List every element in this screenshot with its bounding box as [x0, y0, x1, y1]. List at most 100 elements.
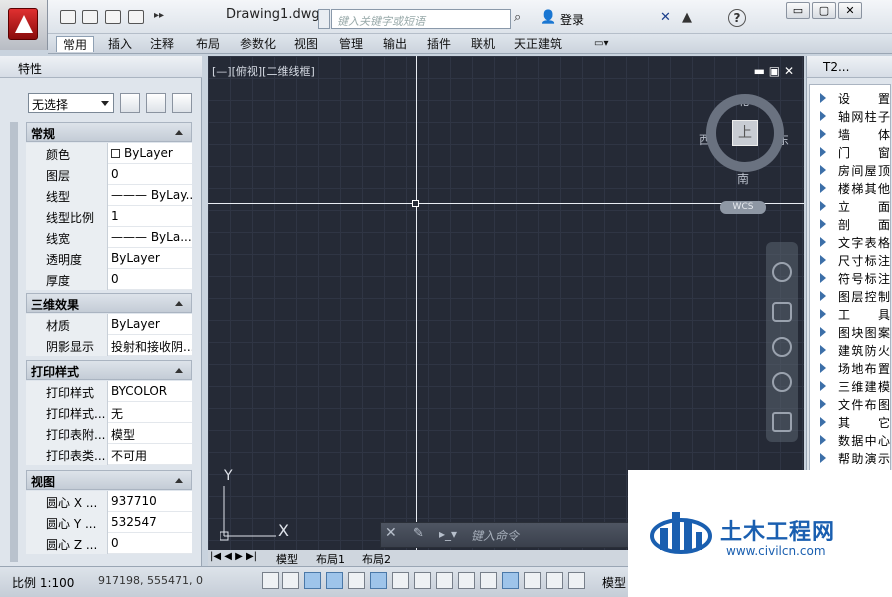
prop-row-center-y[interactable]: 圆心 Y ... 532547 [26, 512, 192, 533]
tab-parametric[interactable]: 参数化 [240, 36, 276, 52]
close-command-icon[interactable]: ✕ [385, 525, 397, 541]
prop-row-plot-table-attached[interactable]: 打印表附... 模型 [26, 423, 192, 444]
quick-properties-icon[interactable] [524, 572, 541, 589]
tab-online[interactable]: 联机 [471, 36, 495, 52]
object-snap-icon[interactable] [370, 572, 387, 589]
select-objects-icon[interactable] [146, 93, 166, 113]
annotation-monitor-icon[interactable] [568, 572, 585, 589]
prop-row-color[interactable]: 颜色 ByLayer [26, 143, 192, 164]
tab-layout[interactable]: 布局 [196, 36, 220, 52]
tab-manage[interactable]: 管理 [339, 36, 363, 52]
t2-menu-item[interactable]: 立 面 [810, 197, 890, 215]
tab-view[interactable]: 视图 [294, 36, 318, 52]
viewcube-south[interactable]: 南 [737, 170, 749, 187]
tab-annotate[interactable]: 注释 [150, 36, 174, 52]
save-as-icon[interactable] [128, 10, 144, 24]
t2-menu-item[interactable]: 设 置 [810, 89, 890, 107]
command-input[interactable]: 键入命令 [471, 527, 519, 544]
t2-menu-item[interactable]: 尺寸标注 [810, 251, 890, 269]
t2-menu-item[interactable]: 墙 体 [810, 125, 890, 143]
toggle-pickadd-icon[interactable] [120, 93, 140, 113]
zoom-extents-icon[interactable] [772, 337, 792, 357]
annotation-scale[interactable]: 比例 1:100 [12, 574, 74, 591]
help-button[interactable]: ? [728, 9, 746, 27]
tab-model[interactable]: 模型 [276, 551, 298, 566]
prop-row-plot-style[interactable]: 打印样式 BYCOLOR [26, 381, 192, 402]
viewcube-top-face[interactable]: 上 [732, 120, 758, 146]
prop-row-linetype[interactable]: 线型 ——— ByLay... [26, 185, 192, 206]
prop-row-center-z[interactable]: 圆心 Z ... 0 [26, 533, 192, 554]
t2-menu-item[interactable]: 工 具 [810, 305, 890, 323]
ortho-mode-icon[interactable] [326, 572, 343, 589]
save-icon[interactable] [105, 10, 121, 24]
orbit-icon[interactable] [772, 372, 792, 392]
t2-menu-item[interactable]: 楼梯其他 [810, 179, 890, 197]
prop-row-shadow-display[interactable]: 阴影显示 投射和接收阴... [26, 335, 192, 356]
viewport-window-controls[interactable]: ▬ ▣ ✕ [754, 64, 794, 78]
t2-menu-item[interactable]: 轴网柱子 [810, 107, 890, 125]
model-space-button[interactable]: 模型 [602, 574, 626, 591]
dynamic-ucs-icon[interactable] [436, 572, 453, 589]
ribbon-minimize-icon[interactable]: ▭▾ [594, 36, 608, 52]
tab-home[interactable]: 常用 [56, 36, 95, 52]
t2-menu-item[interactable]: 场地布置 [810, 359, 890, 377]
tab-layout1[interactable]: 布局1 [316, 551, 345, 566]
3d-object-snap-icon[interactable] [392, 572, 409, 589]
binoculars-icon[interactable]: ⌕ [514, 10, 521, 25]
lineweight-icon[interactable] [480, 572, 497, 589]
t2-menu-item[interactable]: 图块图案 [810, 323, 890, 341]
t2-menu-item[interactable]: 数据中心 [810, 431, 890, 449]
quick-select-icon[interactable] [172, 93, 192, 113]
prop-row-transparency[interactable]: 透明度 ByLayer [26, 248, 192, 269]
autodesk-360-icon[interactable]: ▲ [682, 10, 692, 25]
t2-menu-item[interactable]: 帮助演示 [810, 449, 890, 467]
snap-mode-icon[interactable] [282, 572, 299, 589]
selection-dropdown[interactable]: 无选择 [28, 93, 114, 113]
t2-menu-item[interactable]: 其 它 [810, 413, 890, 431]
restore-button[interactable]: ▢ [812, 2, 836, 19]
wrench-icon[interactable]: ✎ [413, 526, 424, 541]
command-prompt-icon[interactable]: ▸_▾ [439, 527, 457, 541]
t2-menu-item[interactable]: 房间屋顶 [810, 161, 890, 179]
viewcube[interactable]: 上 [706, 94, 784, 172]
prop-row-lineweight[interactable]: 线宽 ——— ByLa... [26, 227, 192, 248]
section-general[interactable]: 常规 [26, 122, 192, 142]
new-file-icon[interactable] [60, 10, 76, 24]
polar-tracking-icon[interactable] [348, 572, 365, 589]
viewport-controls-label[interactable]: [—][俯视][二维线框] [212, 63, 315, 79]
properties-scrollbar[interactable] [10, 122, 18, 562]
exchange-icon[interactable]: ✕ [660, 10, 671, 25]
prop-row-layer[interactable]: 图层 0 [26, 164, 192, 185]
infer-constraints-icon[interactable] [262, 572, 279, 589]
tab-tangent-arch[interactable]: 天正建筑 [514, 36, 562, 52]
selection-cycling-icon[interactable] [546, 572, 563, 589]
section-plot-style[interactable]: 打印样式 [26, 360, 192, 380]
t2-menu-item[interactable]: 门 窗 [810, 143, 890, 161]
prop-row-plot-table-type[interactable]: 打印表类... 不可用 [26, 444, 192, 465]
tab-layout2[interactable]: 布局2 [362, 551, 391, 566]
prop-row-linetype-scale[interactable]: 线型比例 1 [26, 206, 192, 227]
open-file-icon[interactable] [82, 10, 98, 24]
section-3d-effects[interactable]: 三维效果 [26, 293, 192, 313]
grid-display-icon[interactable] [304, 572, 321, 589]
tab-insert[interactable]: 插入 [108, 36, 132, 52]
search-expand-arrow[interactable] [318, 9, 330, 29]
t2-menu-item[interactable]: 文字表格 [810, 233, 890, 251]
prop-row-center-x[interactable]: 圆心 X ... 937710 [26, 491, 192, 512]
dynamic-input-icon[interactable] [458, 572, 475, 589]
steering-wheel-icon[interactable] [772, 262, 792, 282]
transparency-icon[interactable] [502, 572, 519, 589]
prop-row-thickness[interactable]: 厚度 0 [26, 269, 192, 290]
minimize-button[interactable]: ▭ [786, 2, 810, 19]
tab-plugins[interactable]: 插件 [427, 36, 451, 52]
object-snap-tracking-icon[interactable] [414, 572, 431, 589]
pan-hand-icon[interactable] [772, 302, 792, 322]
t2-menu-item[interactable]: 建筑防火 [810, 341, 890, 359]
close-button[interactable]: ✕ [838, 2, 862, 19]
tab-output[interactable]: 输出 [383, 36, 407, 52]
t2-menu-item[interactable]: 剖 面 [810, 215, 890, 233]
search-input[interactable]: 键入关键字或短语 [331, 9, 511, 29]
prop-row-plot-style-table[interactable]: 打印样式... 无 [26, 402, 192, 423]
t2-menu-item[interactable]: 符号标注 [810, 269, 890, 287]
prop-row-material[interactable]: 材质 ByLayer [26, 314, 192, 335]
